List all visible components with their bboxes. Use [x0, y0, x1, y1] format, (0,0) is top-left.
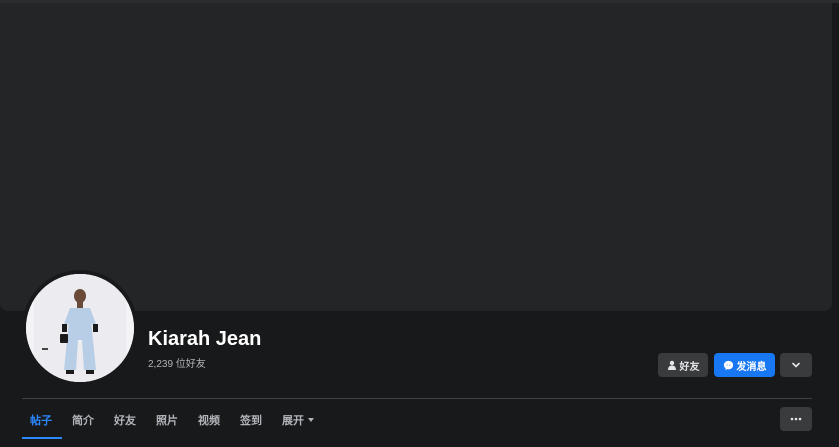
friends-button[interactable]: 好友 [658, 353, 708, 377]
friends-count[interactable]: 2,239 位好友 [148, 355, 206, 370]
avatar-photo [26, 274, 134, 382]
cover-photo[interactable] [0, 3, 832, 311]
tab-posts-label: 帖子 [30, 415, 52, 427]
message-button-label: 发消息 [736, 361, 767, 373]
profile-name: Kiarah Jean [148, 328, 262, 350]
tab-about-label: 简介 [72, 415, 94, 427]
tab-more-label: 展开 [282, 415, 304, 427]
more-dots-icon [790, 417, 802, 421]
tab-photos-label: 照片 [156, 415, 178, 427]
friends-button-label: 好友 [679, 361, 700, 373]
profile-tabs: 帖子 简介 好友 照片 视频 签到 展开 [20, 401, 324, 439]
content-area-edge [0, 439, 839, 447]
person-icon [667, 360, 676, 370]
message-button[interactable]: 发消息 [714, 353, 775, 377]
messenger-icon [723, 360, 733, 370]
overflow-menu-button[interactable] [780, 407, 812, 431]
tab-checkins[interactable]: 签到 [230, 401, 272, 439]
avatar[interactable] [26, 274, 134, 382]
tab-about[interactable]: 简介 [62, 401, 104, 439]
tab-friends[interactable]: 好友 [104, 401, 146, 439]
more-actions-button[interactable] [780, 353, 812, 377]
divider [22, 398, 812, 399]
tab-friends-label: 好友 [114, 415, 136, 427]
tab-videos-label: 视频 [198, 415, 220, 427]
caret-down-icon [308, 418, 314, 422]
tab-videos[interactable]: 视频 [188, 401, 230, 439]
tab-more[interactable]: 展开 [272, 401, 324, 439]
tab-checkins-label: 签到 [240, 415, 262, 427]
tab-posts[interactable]: 帖子 [20, 401, 62, 439]
chevron-down-icon [792, 362, 800, 368]
tab-photos[interactable]: 照片 [146, 401, 188, 439]
